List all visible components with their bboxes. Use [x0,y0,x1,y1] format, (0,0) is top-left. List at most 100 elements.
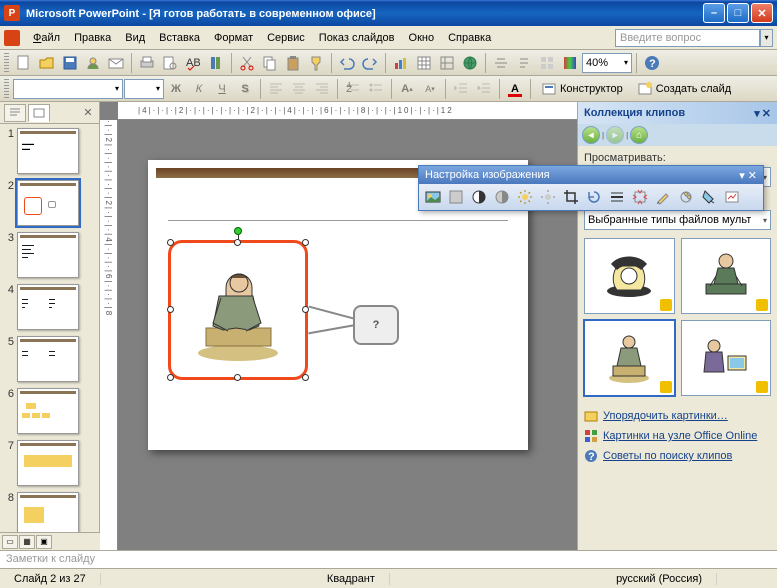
permission-button[interactable] [82,52,104,74]
zoom-combo[interactable]: 40%▾ [582,53,632,73]
minimize-button[interactable]: – [703,3,725,23]
more-brightness-button[interactable] [514,186,536,208]
thumbnail-5[interactable]: ▬▬▬▬▬▬▬▬ [17,336,79,382]
align-right-button[interactable] [311,78,333,100]
outline-tab[interactable] [4,104,26,122]
insert-picture-button[interactable] [422,186,444,208]
crop-button[interactable] [560,186,582,208]
normal-view-button[interactable]: ▭ [2,535,18,549]
rotation-handle[interactable] [234,227,242,235]
resize-handle-se[interactable] [302,374,309,381]
resize-handle-nw[interactable] [167,239,174,246]
format-picture-button[interactable] [675,186,697,208]
callout-shape[interactable]: ? [353,305,399,345]
font-color-button[interactable]: A [504,78,526,100]
resize-handle-ne[interactable] [302,239,309,246]
menu-insert[interactable]: Вставка [152,29,207,47]
menu-edit[interactable]: Правка [67,29,118,47]
notes-pane[interactable]: Заметки к слайду [0,550,777,568]
bold-button[interactable]: Ж [165,78,187,100]
increase-indent-button[interactable] [473,78,495,100]
italic-button[interactable]: К [188,78,210,100]
nav-home-button[interactable]: ⌂ [630,126,648,144]
copy-button[interactable] [259,52,281,74]
help-button[interactable]: ? [641,52,663,74]
align-center-button[interactable] [288,78,310,100]
decrease-indent-button[interactable] [450,78,472,100]
decrease-font-button[interactable]: A▾ [419,78,441,100]
taskpane-close-button[interactable]: ✕ [762,107,771,120]
research-button[interactable] [205,52,227,74]
preview-button[interactable] [159,52,181,74]
menu-view[interactable]: Вид [118,29,152,47]
underline-button[interactable]: Ч [211,78,233,100]
table-button[interactable] [413,52,435,74]
print-button[interactable] [136,52,158,74]
chart-button[interactable] [390,52,412,74]
pane-close-button[interactable]: ✕ [81,106,95,119]
menu-window[interactable]: Окно [402,29,442,47]
search-tips-link[interactable]: ?Советы по поиску клипов [584,446,771,466]
ask-question-dropdown[interactable]: ▾ [760,29,773,47]
hyperlink-button[interactable] [459,52,481,74]
toolbar-grip[interactable] [4,79,9,99]
menu-format[interactable]: Формат [207,29,260,47]
menu-file[interactable]: Файл [26,29,67,47]
rotate-left-button[interactable] [583,186,605,208]
clip-result-3[interactable] [584,320,675,396]
selected-clipart[interactable] [168,240,308,380]
slideshow-view-button[interactable]: ▣ [36,535,52,549]
new-slide-button[interactable]: Создать слайд [631,78,738,100]
cut-button[interactable] [236,52,258,74]
transparent-color-button[interactable] [698,186,720,208]
reset-picture-button[interactable] [721,186,743,208]
nav-forward-button[interactable]: ▸ [606,126,624,144]
picture-toolbar-title[interactable]: Настройка изображения▾ ✕ [419,166,763,184]
design-button[interactable]: Конструктор [535,78,630,100]
resize-handle-w[interactable] [167,306,174,313]
organize-clips-link[interactable]: Упорядочить картинки… [584,406,771,426]
paste-button[interactable] [282,52,304,74]
picture-toolbar[interactable]: Настройка изображения▾ ✕ [418,165,764,211]
close-button[interactable]: ✕ [751,3,773,23]
font-combo[interactable]: ▾ [13,79,123,99]
save-button[interactable] [59,52,81,74]
align-left-button[interactable] [265,78,287,100]
toolbar-grip[interactable] [4,53,9,73]
taskpane-menu-button[interactable]: ▾ [754,107,760,120]
search-select[interactable]: Выбранные типы файлов мульт▾ [584,210,771,230]
thumbnails-list[interactable]: 1▬▬▬▬▬ 2 3▬▬▬▬▬▬▬▬▬▬▬▬▬ 4▬▬▬▬▬▬▬▬▬▬ 5▬▬▬… [0,124,99,550]
increase-font-button[interactable]: A▴ [396,78,418,100]
grid-button[interactable] [536,52,558,74]
thumbnail-3[interactable]: ▬▬▬▬▬▬▬▬▬▬▬▬▬ [17,232,79,278]
clip-result-4[interactable] [681,320,772,396]
resize-handle-sw[interactable] [167,374,174,381]
less-contrast-button[interactable] [491,186,513,208]
color-button[interactable] [445,186,467,208]
thumbnail-1[interactable]: ▬▬▬▬▬ [17,128,79,174]
new-button[interactable] [13,52,35,74]
menu-help[interactable]: Справка [441,29,498,47]
email-button[interactable] [105,52,127,74]
numbering-button[interactable]: 12 [342,78,364,100]
resize-handle-n[interactable] [234,239,241,246]
thumbnail-7[interactable] [17,440,79,486]
office-online-link[interactable]: Картинки на узле Office Online [584,426,771,446]
redo-button[interactable] [359,52,381,74]
maximize-button[interactable]: □ [727,3,749,23]
less-brightness-button[interactable] [537,186,559,208]
compress-button[interactable] [629,186,651,208]
ask-question-input[interactable]: Введите вопрос [615,29,760,47]
menu-slideshow[interactable]: Показ слайдов [312,29,402,47]
clip-result-1[interactable] [584,238,675,314]
recolor-button[interactable] [652,186,674,208]
nav-back-button[interactable]: ◂ [582,126,600,144]
spelling-button[interactable]: ABC [182,52,204,74]
expand-button[interactable] [490,52,512,74]
open-button[interactable] [36,52,58,74]
thumbnail-2[interactable] [17,180,79,226]
resize-handle-s[interactable] [234,374,241,381]
line-style-button[interactable] [606,186,628,208]
thumbnail-4[interactable]: ▬▬▬▬▬▬▬▬▬▬ [17,284,79,330]
shadow-button[interactable]: S [234,78,256,100]
